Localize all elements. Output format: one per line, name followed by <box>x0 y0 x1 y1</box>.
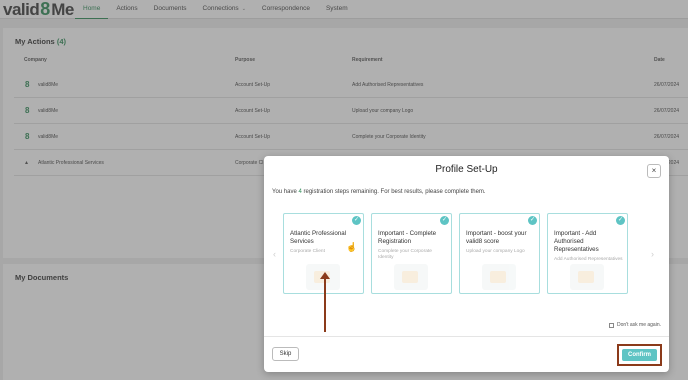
confirm-highlight-box: Confirm <box>617 344 662 366</box>
modal-footer-divider <box>264 336 669 337</box>
dont-ask-checkbox[interactable]: Don't ask me again. <box>608 322 661 328</box>
card-title: Important - boost your valid8 score <box>466 230 527 245</box>
close-button[interactable]: × <box>647 164 661 178</box>
card-subtitle: Complete your Corporate Identity <box>378 249 432 260</box>
check-icon: ✓ <box>616 216 625 225</box>
setup-card-score[interactable]: ✓ Important - boost your valid8 score Up… <box>459 213 540 294</box>
check-icon: ✓ <box>440 216 449 225</box>
card-subtitle: Upload your company Logo <box>466 249 525 254</box>
check-icon: ✓ <box>352 216 361 225</box>
subtitle-text-after: registration steps remaining. For best r… <box>301 189 486 195</box>
card-title: Important - Add Authorised Representativ… <box>554 230 599 253</box>
skip-label: Skip <box>279 351 292 357</box>
confirm-label: Confirm <box>628 352 651 358</box>
close-icon: × <box>651 166 657 175</box>
setup-card-representatives[interactable]: ✓ Important - Add Authorised Representat… <box>547 213 628 294</box>
carousel-next-icon[interactable]: › <box>651 249 654 259</box>
card-title: Important - Complete Registration <box>378 230 437 245</box>
card-illustration <box>570 264 604 290</box>
profile-setup-modal: Profile Set-Up × You have 4 registration… <box>264 156 669 372</box>
check-icon: ✓ <box>528 216 537 225</box>
setup-card-registration[interactable]: ✓ Important - Complete Registration Comp… <box>371 213 452 294</box>
dont-ask-label: Don't ask me again. <box>616 322 661 328</box>
annotation-arrow-shaft <box>324 277 326 332</box>
mouse-pointer-icon: ☝ <box>346 242 358 252</box>
card-illustration <box>482 264 516 290</box>
checkbox-icon[interactable] <box>608 322 614 328</box>
modal-subtitle: You have 4 registration steps remaining.… <box>272 189 486 195</box>
subtitle-text-before: You have <box>272 189 299 195</box>
skip-button[interactable]: Skip <box>272 347 299 361</box>
modal-title: Profile Set-Up <box>435 164 498 175</box>
card-subtitle: Add Authorised Representatives <box>554 257 623 262</box>
confirm-button[interactable]: Confirm <box>622 349 657 361</box>
card-illustration <box>394 264 428 290</box>
carousel-prev-icon[interactable]: ‹ <box>273 249 276 259</box>
